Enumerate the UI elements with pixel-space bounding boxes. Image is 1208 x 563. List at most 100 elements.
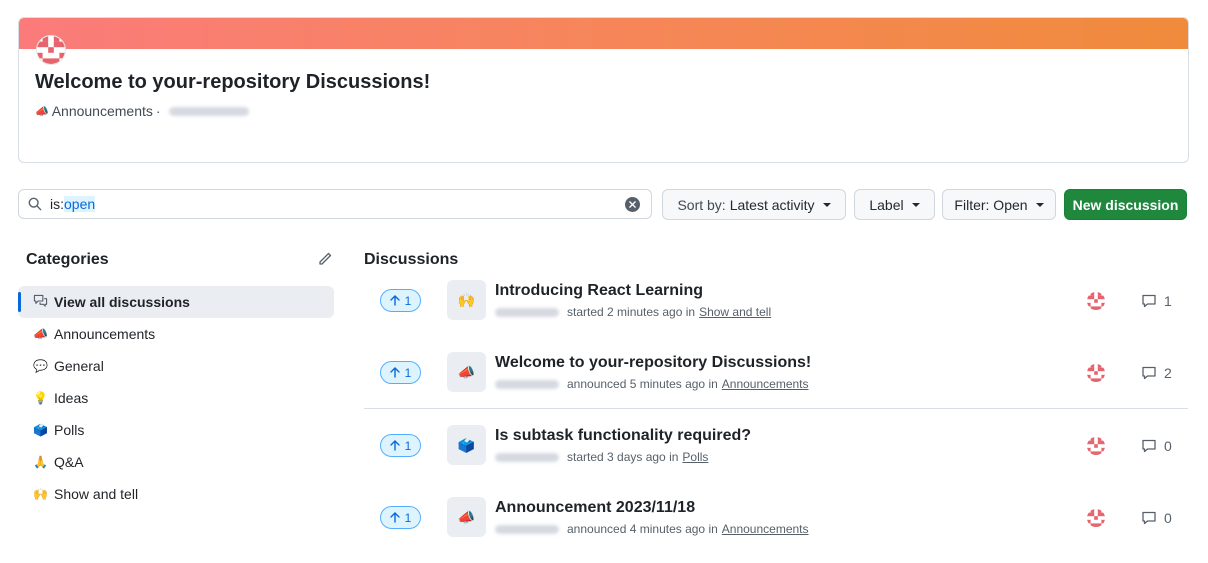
label-button[interactable]: Label [854,189,935,220]
comment-icon [1142,511,1156,525]
chevron-down-icon [911,202,920,207]
sidebar-item-label: Q&A [54,454,84,470]
upvote-count: 1 [404,365,412,380]
banner-gradient [19,18,1188,49]
avatar[interactable] [1087,437,1105,455]
discussion-meta: announced 4 minutes ago in Announcements [495,522,809,536]
announcement-banner: Welcome to your-repository Discussions! … [18,17,1189,163]
arrow-up-icon [389,367,400,378]
comment-count-value: 0 [1164,510,1172,526]
upvote-button[interactable]: 1 [380,289,421,312]
discussion-category-link[interactable]: Polls [682,450,708,464]
blurred-username [495,307,559,317]
comment-discussion-icon [33,294,48,311]
discussion-title[interactable]: Introducing React Learning [495,282,703,300]
arrow-up-icon [389,295,400,306]
discussion-title[interactable]: Is subtask functionality required? [495,427,751,445]
discussion-action: started 3 days ago in [567,450,679,464]
discussion-meta: started 3 days ago in Polls [495,450,708,464]
sidebar-item-label: Polls [54,422,85,438]
blurred-username [495,452,559,462]
banner-title[interactable]: Welcome to your-repository Discussions! [35,71,430,94]
search-prefix: is: [50,196,64,212]
comment-count[interactable]: 2 [1141,365,1172,381]
raised-hands-icon: 🙌 [33,487,48,501]
discussion-category-link[interactable]: Show and tell [699,305,771,319]
chevron-down-icon [1035,202,1044,207]
sort-label: Sort by: [677,196,726,213]
arrow-up-icon [389,440,400,451]
discussion-action: announced 5 minutes ago in [567,377,718,391]
blurred-username [168,106,249,116]
upvote-button[interactable]: 1 [380,361,421,384]
list-item[interactable]: 1 📣 Announcement 2023/11/18 announced 4 … [364,481,1188,553]
comment-count-value: 2 [1164,365,1172,381]
search-query[interactable]: is:open [50,196,96,212]
praying-hands-icon: 🙏 [33,455,48,469]
sidebar-item-ideas[interactable]: 💡 Ideas [18,382,334,414]
list-item[interactable]: 1 📣 Welcome to your-repository Discussio… [364,336,1188,408]
upvote-button[interactable]: 1 [380,434,421,457]
label-button-text: Label [869,196,904,213]
blurred-username [495,524,559,534]
new-discussion-button[interactable]: New discussion [1064,189,1187,220]
upvote-button[interactable]: 1 [380,506,421,529]
categories-heading: Categories [26,251,109,268]
blurred-username [495,379,559,389]
arrow-up-icon [389,512,400,523]
speech-balloon-icon: 💬 [33,359,48,373]
clear-icon[interactable] [625,197,640,212]
sidebar-item-label: General [54,358,104,374]
category-emoji-icon: 🗳️ [447,425,486,465]
upvote-count: 1 [404,510,412,525]
search-icon [28,197,42,211]
banner-meta: 📣 Announcements · [35,103,249,119]
sort-button[interactable]: Sort by: Latest activity [662,189,846,220]
sidebar-item-label: Show and tell [54,486,139,502]
list-item[interactable]: 1 🙌 Introducing React Learning started 2… [364,264,1188,336]
discussion-category-link[interactable]: Announcements [722,377,809,391]
category-emoji-icon: 📣 [447,497,486,537]
sidebar-item-view-all[interactable]: View all discussions [18,286,334,318]
megaphone-icon: 📣 [35,105,49,118]
pencil-icon[interactable] [317,251,333,272]
discussion-meta: started 2 minutes ago in Show and tell [495,305,771,319]
comment-count[interactable]: 1 [1141,293,1172,309]
comment-icon [1142,366,1156,380]
comment-count[interactable]: 0 [1141,438,1172,454]
banner-category-link[interactable]: Announcements [52,103,153,119]
avatar[interactable] [1087,364,1105,382]
upvote-count: 1 [404,438,412,453]
comment-count-value: 1 [1164,293,1172,309]
sidebar-item-announcements[interactable]: 📣 Announcements [18,318,334,350]
upvote-count: 1 [404,293,412,308]
discussion-action: started 2 minutes ago in [567,305,696,319]
sidebar-item-label: Ideas [54,390,89,406]
light-bulb-icon: 💡 [33,391,48,405]
megaphone-icon: 📣 [33,327,48,341]
search-value: open [64,196,96,212]
comment-count-value: 0 [1164,438,1172,454]
sidebar-item-general[interactable]: 💬 General [18,350,334,382]
chevron-down-icon [822,202,831,207]
discussion-title[interactable]: Welcome to your-repository Discussions! [495,354,811,372]
avatar[interactable] [1087,292,1105,310]
avatar[interactable] [1087,509,1105,527]
comment-icon [1142,294,1156,308]
sidebar-item-show-and-tell[interactable]: 🙌 Show and tell [18,478,334,510]
search-input[interactable]: is:open [18,189,652,219]
sidebar-item-label: View all discussions [54,294,190,310]
discussion-category-link[interactable]: Announcements [722,522,809,536]
ballot-box-icon: 🗳️ [33,423,48,437]
discussion-meta: announced 5 minutes ago in Announcements [495,377,809,391]
filter-button[interactable]: Filter: Open [942,189,1056,220]
discussion-action: announced 4 minutes ago in [567,522,718,536]
avatar[interactable] [36,35,66,65]
discussion-title[interactable]: Announcement 2023/11/18 [495,499,695,517]
comment-count[interactable]: 0 [1141,510,1172,526]
sidebar-item-qa[interactable]: 🙏 Q&A [18,446,334,478]
sidebar-item-polls[interactable]: 🗳️ Polls [18,414,334,446]
category-emoji-icon: 📣 [447,352,486,392]
category-list: View all discussions 📣 Announcements 💬 G… [18,286,334,510]
list-item[interactable]: 1 🗳️ Is subtask functionality required? … [364,408,1188,481]
